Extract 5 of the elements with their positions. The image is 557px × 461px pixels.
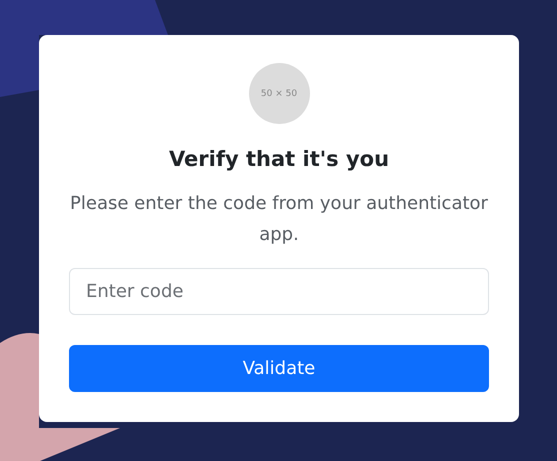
placeholder-size-text: 50 × 50 <box>260 88 298 98</box>
page-title: Verify that it's you <box>168 147 390 172</box>
code-input-field[interactable]: Enter code <box>69 268 489 316</box>
validate-button[interactable]: Validate <box>69 345 489 392</box>
description-text: Please enter the code from your authenticator app. <box>69 192 489 248</box>
